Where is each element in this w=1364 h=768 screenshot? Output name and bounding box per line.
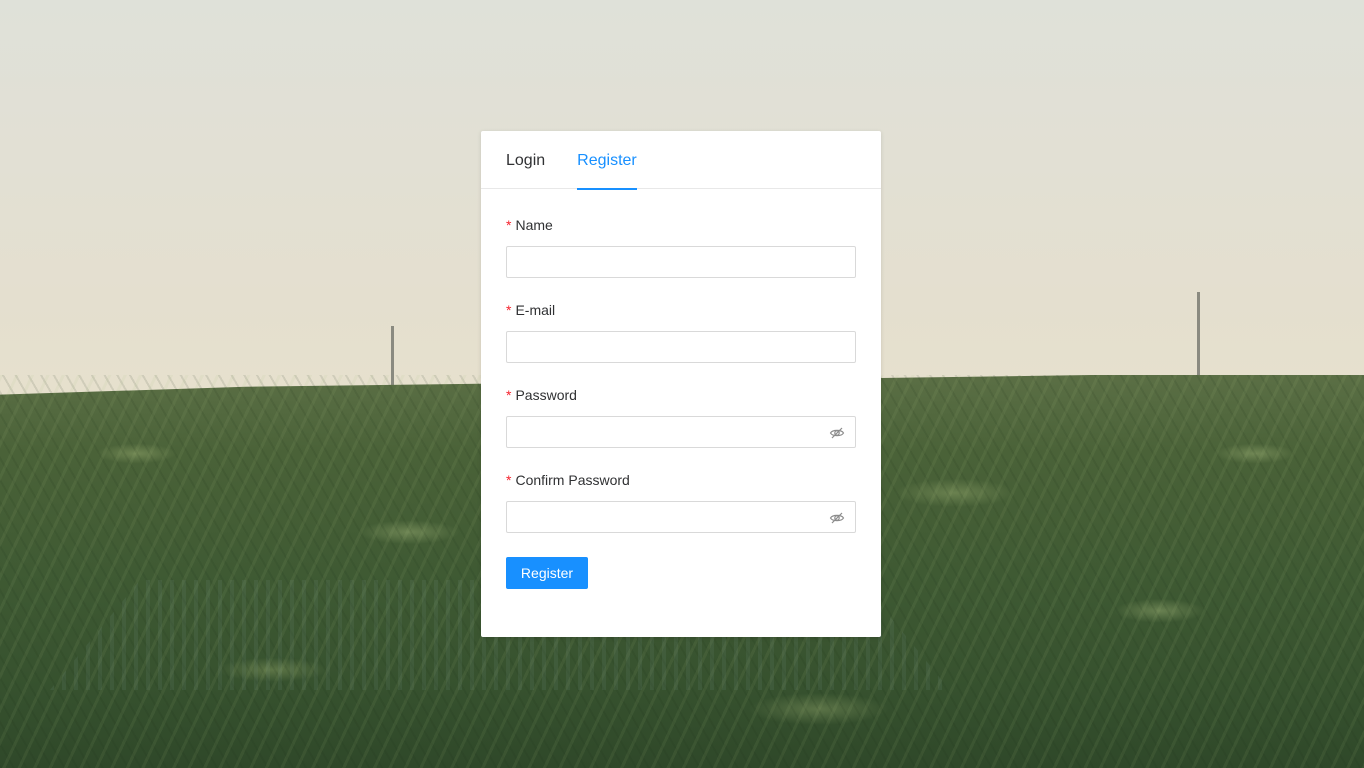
required-mark: * <box>506 387 512 403</box>
confirm-password-row: * Confirm Password <box>506 470 856 533</box>
password-label-text: Password <box>515 387 577 403</box>
name-label-text: Name <box>515 217 553 233</box>
eye-invisible-icon[interactable] <box>829 510 845 526</box>
password-label: * Password <box>506 385 856 405</box>
tab-login[interactable]: Login <box>506 131 545 189</box>
auth-card: Login Register * Name * E-mail * Password <box>481 131 881 637</box>
required-mark: * <box>506 217 512 233</box>
password-row: * Password <box>506 385 856 448</box>
email-label-text: E-mail <box>515 302 556 318</box>
eye-invisible-icon[interactable] <box>829 425 845 441</box>
name-label: * Name <box>506 215 856 235</box>
auth-tabs: Login Register <box>481 131 881 190</box>
email-label: * E-mail <box>506 300 856 320</box>
utility-pole <box>1197 292 1200 378</box>
confirm-password-label-text: Confirm Password <box>515 472 630 488</box>
register-button[interactable]: Register <box>506 557 588 589</box>
register-form: * Name * E-mail * Password * Confirm Pas… <box>481 189 881 589</box>
name-field-wrapper <box>506 246 856 278</box>
confirm-password-field-wrapper <box>506 501 856 533</box>
tab-register[interactable]: Register <box>577 131 637 190</box>
confirm-password-label: * Confirm Password <box>506 470 856 490</box>
required-mark: * <box>506 302 512 318</box>
email-input[interactable] <box>507 332 855 362</box>
password-field-wrapper <box>506 416 856 448</box>
name-input[interactable] <box>507 247 855 277</box>
password-input[interactable] <box>507 417 855 447</box>
email-row: * E-mail <box>506 300 856 363</box>
email-field-wrapper <box>506 331 856 363</box>
required-mark: * <box>506 472 512 488</box>
name-row: * Name <box>506 215 856 278</box>
confirm-password-input[interactable] <box>507 502 855 532</box>
